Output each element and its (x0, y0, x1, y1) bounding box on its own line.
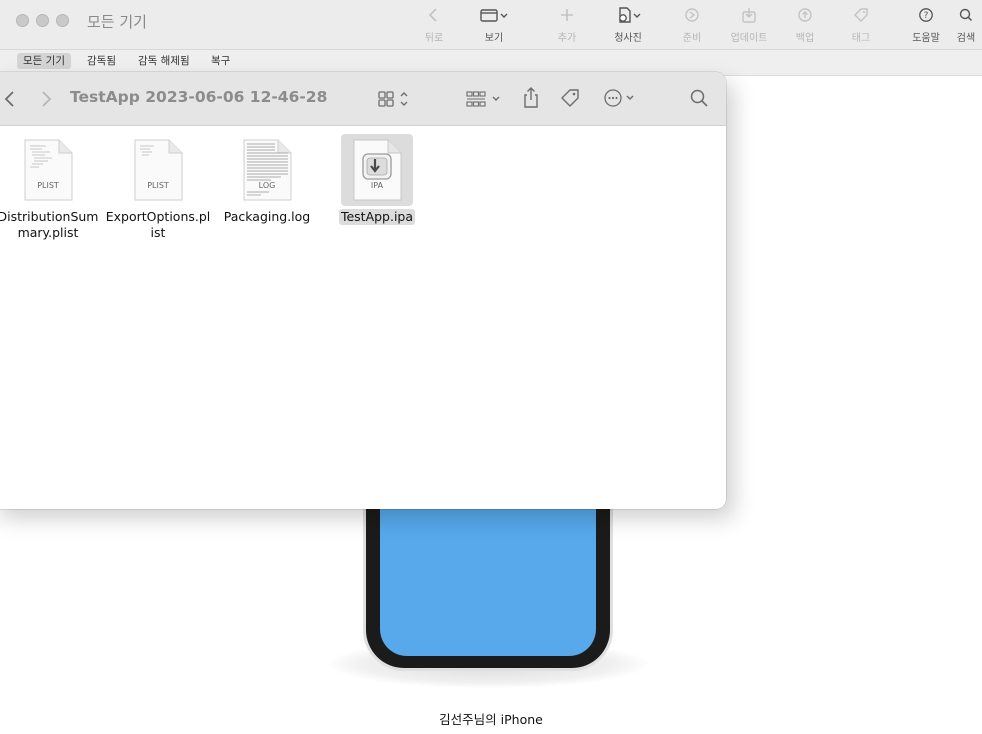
file-name: DistributionSummary.plist (0, 209, 99, 240)
file-item-export-options[interactable]: PLIST ExportOptions.plist (103, 134, 213, 241)
view-icon (480, 9, 508, 22)
back-button[interactable]: 뒤로 (410, 6, 458, 44)
update-label: 업데이트 (730, 33, 768, 44)
add-button[interactable]: 추가 (543, 6, 591, 44)
svg-text:?: ? (924, 11, 929, 21)
search-icon (959, 8, 973, 22)
finder-toolbar: TestApp 2023-06-06 12-46-28 (0, 72, 726, 126)
finder-search-icon[interactable] (688, 87, 710, 109)
plist-file-icon: PLIST (12, 134, 84, 206)
plist-file-icon: PLIST (122, 134, 194, 206)
tab-recovery[interactable]: 복구 (205, 53, 236, 69)
tag-icon[interactable] (559, 87, 581, 109)
tag-icon (854, 8, 868, 22)
prepare-button[interactable]: 준비 (668, 6, 716, 44)
help-label: 도움말 (912, 33, 940, 44)
more-actions-icon[interactable] (602, 87, 640, 109)
close-window-button[interactable] (16, 14, 29, 27)
zoom-window-button[interactable] (56, 14, 69, 27)
tab-unsupervised[interactable]: 감독 해제됨 (132, 53, 196, 69)
file-item-testapp-ipa[interactable]: IPA TestApp.ipa (322, 134, 432, 225)
view-button[interactable]: 보기 (470, 6, 518, 44)
device-name: 김선주님의 iPhone (439, 712, 543, 727)
log-file-icon: LOG (231, 134, 303, 206)
tag-button[interactable]: 태그 (837, 6, 885, 44)
finder-forward-icon[interactable] (38, 89, 54, 109)
backup-icon (798, 8, 812, 22)
file-name: ExportOptions.plist (105, 209, 211, 240)
help-icon: ? (919, 8, 933, 22)
file-item-distribution-summary[interactable]: PLIST DistributionSummary.plist (0, 134, 103, 241)
blueprint-label: 청사진 (614, 33, 642, 44)
update-button[interactable]: 업데이트 (725, 6, 773, 44)
update-icon (742, 8, 756, 23)
tab-all-devices[interactable]: 모든 기기 (17, 53, 71, 69)
grid-view-icon[interactable] (377, 89, 413, 109)
file-name: TestApp.ipa (338, 209, 416, 225)
main-toolbar: 모든 기기 뒤로 보기 추가 청사진 준비 업데이트 백업 태그 ? 도움말 검… (0, 0, 982, 50)
prepare-icon (685, 8, 699, 22)
tag-label: 태그 (851, 33, 871, 44)
add-label: 추가 (557, 33, 577, 44)
back-label: 뒤로 (424, 33, 444, 44)
finder-title: TestApp 2023-06-06 12-46-28 (70, 88, 328, 106)
search-label: 검색 (956, 33, 976, 44)
backup-label: 백업 (795, 33, 815, 44)
share-icon[interactable] (521, 86, 541, 110)
file-item-packaging-log[interactable]: LOG Packaging.log (212, 134, 322, 225)
finder-window[interactable]: TestApp 2023-06-06 12-46-28 PLIST Distri… (0, 72, 726, 509)
window-title: 모든 기기 (87, 13, 147, 31)
plus-icon (561, 9, 573, 21)
chevron-left-icon (428, 8, 437, 22)
file-type-label: IPA (370, 181, 384, 190)
group-by-icon[interactable] (465, 89, 505, 109)
view-label: 보기 (484, 33, 504, 44)
search-button[interactable]: 검색 (946, 6, 982, 44)
blueprint-icon (619, 7, 641, 23)
blueprint-button[interactable]: 청사진 (604, 6, 652, 44)
help-button[interactable]: ? 도움말 (902, 6, 950, 44)
prepare-label: 준비 (682, 33, 702, 44)
file-type-label: PLIST (37, 181, 59, 190)
tab-supervised[interactable]: 감독됨 (81, 53, 122, 69)
file-type-label: PLIST (147, 181, 169, 190)
minimize-window-button[interactable] (36, 14, 49, 27)
ipa-file-icon: IPA (341, 134, 413, 206)
file-type-label: LOG (258, 181, 276, 190)
file-name: Packaging.log (223, 209, 311, 224)
backup-button[interactable]: 백업 (781, 6, 829, 44)
finder-back-icon[interactable] (2, 89, 18, 109)
